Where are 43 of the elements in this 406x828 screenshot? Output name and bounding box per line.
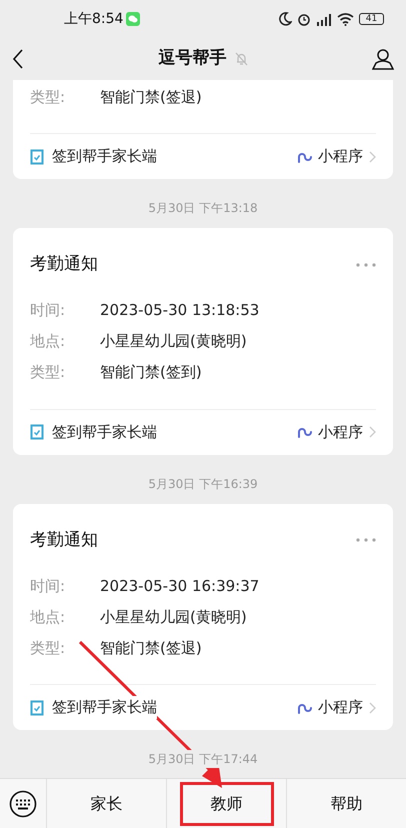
field-label: 时间: — [30, 576, 66, 597]
timestamp: 5月30日 下午13:18 — [148, 200, 258, 217]
timestamp: 5月30日 下午16:39 — [148, 476, 258, 492]
chevron-right-icon — [369, 702, 376, 714]
checkin-app-icon — [30, 148, 44, 164]
mini-program-label[interactable]: 小程序 — [318, 145, 363, 168]
card-title: 考勤通知 — [30, 528, 98, 552]
status-time: 上午8:54 — [64, 10, 124, 28]
field-value: 2023-05-30 16:39:37 — [100, 576, 260, 597]
muted-bell-icon — [234, 52, 248, 66]
timestamp: 5月30日 下午17:44 — [148, 750, 258, 768]
field-label: 时间: — [30, 300, 66, 322]
battery-icon: 41 — [359, 13, 384, 25]
menu-button[interactable]: 家长 — [60, 782, 154, 826]
menu-button[interactable]: 帮助 — [300, 782, 394, 826]
checkin-app-icon — [30, 700, 44, 716]
chat-title: 逗号帮手 — [158, 47, 226, 70]
chevron-right-icon — [369, 150, 376, 162]
chevron-right-icon — [369, 426, 376, 438]
moon-icon — [279, 12, 292, 26]
menu-button[interactable]: 教师 — [180, 782, 274, 826]
field-value: 智能门禁(签退) — [100, 86, 202, 108]
keyboard-icon[interactable] — [9, 790, 37, 818]
field-value: 2023-05-30 13:18:53 — [100, 300, 260, 322]
field-label: 地点: — [30, 331, 66, 352]
field-value: 智能门禁(签到) — [100, 362, 202, 384]
field-value: 智能门禁(签退) — [100, 638, 202, 659]
field-label: 类型: — [30, 362, 66, 384]
profile-icon[interactable] — [372, 48, 394, 70]
card-title: 考勤通知 — [30, 253, 98, 276]
signal-icon — [316, 12, 332, 26]
field-label: 地点: — [30, 606, 66, 628]
field-value: 小星星幼儿园(黄晓明) — [100, 331, 247, 352]
alarm-icon — [297, 12, 311, 26]
mini-program-label[interactable]: 小程序 — [318, 696, 363, 719]
mini-program-label[interactable]: 小程序 — [318, 420, 363, 444]
field-value: 小星星幼儿园(黄晓明) — [100, 606, 247, 628]
field-label: 类型: — [30, 86, 66, 108]
field-label: 类型: — [30, 638, 66, 659]
back-icon[interactable] — [12, 49, 24, 69]
wifi-icon — [337, 12, 354, 26]
app-name[interactable]: 签到帮手家长端 — [52, 696, 157, 719]
checkin-app-icon — [30, 424, 44, 440]
